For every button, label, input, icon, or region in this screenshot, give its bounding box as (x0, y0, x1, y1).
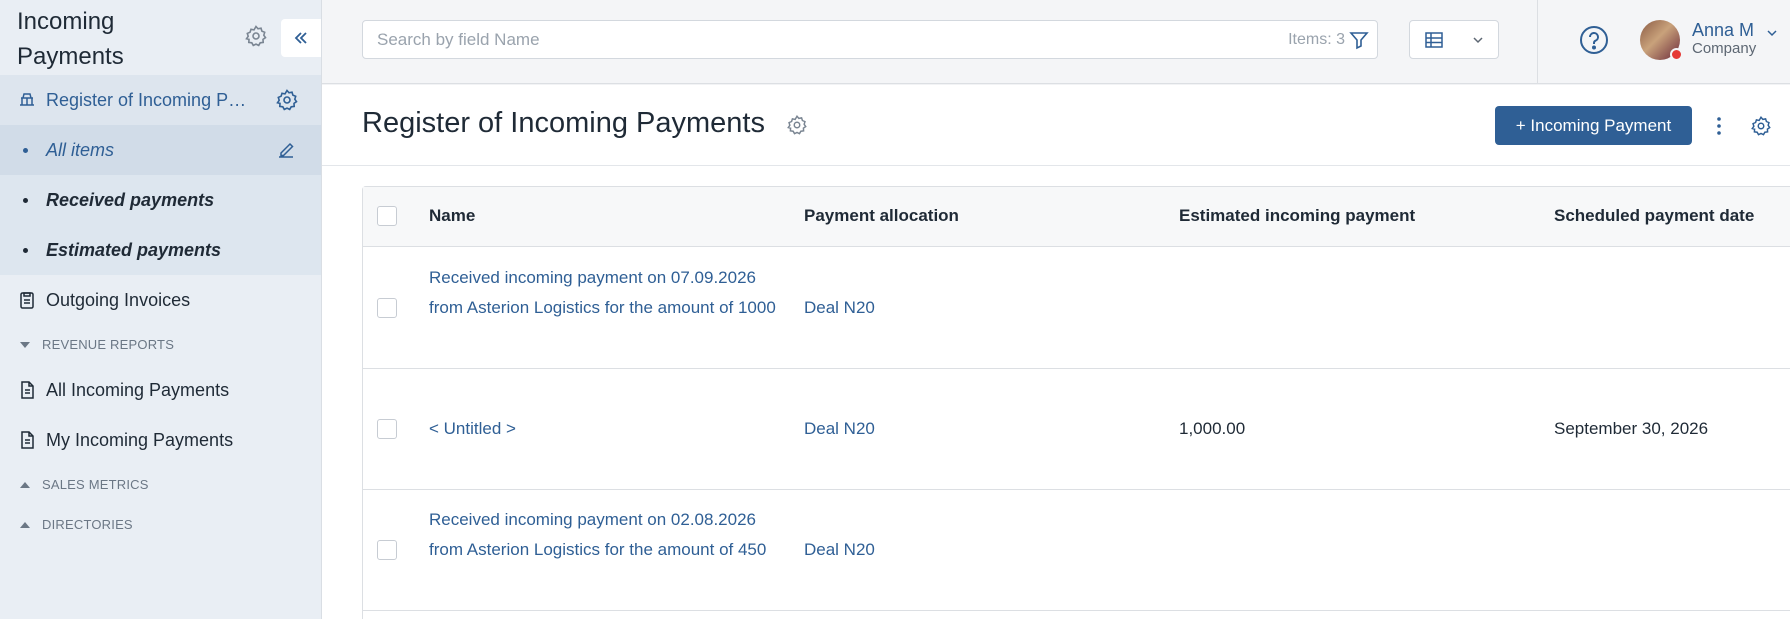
gear-icon[interactable] (786, 114, 808, 136)
sidebar-header: Incoming Payments (0, 0, 321, 75)
kebab-icon[interactable] (1714, 115, 1724, 137)
question-circle-icon[interactable] (1579, 25, 1609, 55)
section-label: DIRECTORIES (42, 517, 133, 532)
pencil-icon[interactable] (276, 140, 296, 160)
sidebar-item-register[interactable]: Register of Incoming Payments (0, 75, 321, 125)
sidebar-item-label: Outgoing Invoices (46, 289, 191, 310)
chevron-down-icon[interactable] (1766, 27, 1778, 39)
row-checkbox[interactable] (377, 298, 397, 318)
section-directories[interactable]: DIRECTORIES (20, 517, 133, 532)
column-header-name[interactable]: Name (429, 206, 475, 226)
sidebar-subitem-label: Received payments (46, 189, 215, 210)
scheduled-date: September 30, 2026 (1554, 419, 1709, 438)
sidebar-subitem-estimated[interactable]: Estimated payments (0, 225, 321, 275)
sidebar-subitem-received[interactable]: Received payments (0, 175, 321, 225)
table-row: Received incoming payment on 07.09.2026 … (363, 248, 1790, 369)
document-icon (21, 431, 34, 449)
divider (1537, 0, 1538, 84)
status-badge (1670, 48, 1683, 61)
payments-table: Name Payment allocation Estimated incomi… (362, 186, 1790, 619)
payment-name-link[interactable]: Received incoming payment on 07.09.2026 … (429, 263, 789, 323)
sidebar-item-label: All Incoming Payments (46, 379, 230, 400)
table-header: Name Payment allocation Estimated incomi… (363, 187, 1790, 247)
table-row: Received incoming payment on 02.08.2026 … (363, 490, 1790, 611)
select-all-checkbox[interactable] (377, 206, 397, 226)
main-content: Register of Incoming Payments + Incoming… (322, 85, 1790, 619)
sidebar-title: Incoming Payments (17, 8, 124, 70)
estimated-amount: 1,000.00 (1179, 419, 1246, 438)
sidebar-item-label: My Incoming Payments (46, 429, 234, 450)
gear-icon[interactable] (244, 24, 268, 48)
deal-link[interactable]: Deal N20 (804, 535, 875, 565)
table-row: < Untitled > Deal N20 1,000.00 September… (363, 369, 1790, 490)
search-input[interactable]: Search by field Name Items: 3 (362, 20, 1378, 59)
add-incoming-payment-button[interactable]: + Incoming Payment (1495, 106, 1692, 145)
double-chevron-left-icon (294, 32, 307, 44)
top-bar: Search by field Name Items: 3 Anna M Com… (322, 0, 1790, 84)
column-header-scheduled[interactable]: Scheduled payment date (1554, 206, 1754, 226)
document-icon (21, 381, 34, 399)
section-revenue-reports[interactable]: REVENUE REPORTS (20, 337, 174, 352)
clipboard-icon (20, 292, 34, 309)
payment-name-link[interactable]: < Untitled > (429, 414, 789, 444)
caret-up-icon (20, 521, 30, 528)
payment-name-link[interactable]: Received incoming payment on 02.08.2026 … (429, 505, 789, 565)
sidebar: Incoming Payments Register of Incoming P… (0, 0, 322, 619)
sidebar-subitem-label: Estimated payments (46, 239, 222, 260)
row-checkbox[interactable] (377, 540, 397, 560)
filter-icon[interactable] (1349, 30, 1369, 50)
bullet (23, 147, 28, 153)
bullet (23, 197, 28, 203)
sidebar-item-my-incoming-payments[interactable]: My Incoming Payments (0, 415, 321, 465)
divider (322, 165, 1790, 166)
user-name[interactable]: Anna M (1692, 20, 1754, 41)
section-sales-metrics[interactable]: SALES METRICS (20, 477, 149, 492)
chevron-down-icon (1473, 37, 1483, 44)
deal-link[interactable]: Deal N20 (804, 414, 875, 444)
section-label: SALES METRICS (42, 477, 149, 492)
collapse-sidebar-button[interactable] (281, 19, 321, 57)
sidebar-item-register-label: Register of Incoming Payments (46, 89, 256, 110)
sidebar-item-all-incoming-payments[interactable]: All Incoming Payments (0, 365, 321, 415)
column-header-allocation[interactable]: Payment allocation (804, 206, 959, 226)
row-checkbox[interactable] (377, 419, 397, 439)
sidebar-subitem-all-items[interactable]: All items (0, 125, 321, 175)
user-company: Company (1692, 40, 1757, 57)
bullet (23, 247, 28, 253)
caret-up-icon (20, 481, 30, 488)
view-selector[interactable] (1409, 20, 1499, 59)
page-title: Register of Incoming Payments (362, 107, 765, 139)
gear-icon[interactable] (275, 88, 299, 112)
register-icon (20, 93, 34, 106)
deal-link[interactable]: Deal N20 (804, 293, 875, 323)
sidebar-item-outgoing-invoices[interactable]: Outgoing Invoices (0, 275, 321, 325)
search-placeholder: Search by field Name (377, 30, 540, 49)
gear-icon[interactable] (1750, 115, 1772, 137)
table-view-icon (1425, 32, 1443, 48)
section-label: REVENUE REPORTS (42, 337, 175, 352)
column-header-estimated[interactable]: Estimated incoming payment (1179, 206, 1415, 226)
sidebar-subitem-label: All items (46, 139, 115, 160)
items-count: Items: 3 (1288, 31, 1345, 48)
caret-down-icon (20, 341, 30, 348)
